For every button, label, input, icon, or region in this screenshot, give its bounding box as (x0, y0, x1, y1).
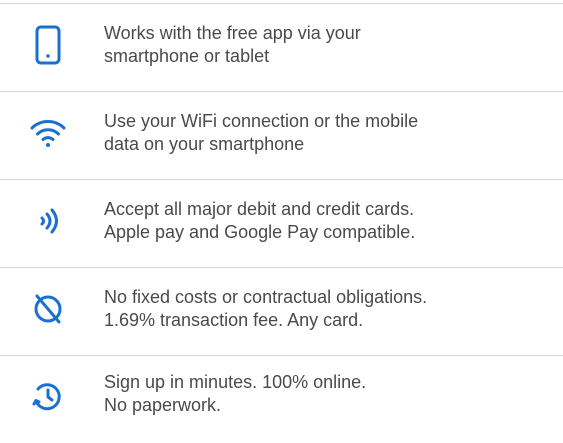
feature-item-app: Works with the free app via your smartph… (0, 4, 563, 91)
feature-item-signup: Sign up in minutes. 100% online. No pape… (0, 356, 563, 443)
feature-line: Accept all major debit and credit cards. (104, 199, 415, 219)
wifi-icon (26, 111, 70, 155)
smartphone-icon (26, 23, 70, 67)
feature-line: Works with the free app via your (104, 23, 361, 43)
feature-item-cards: Accept all major debit and credit cards.… (0, 180, 563, 267)
feature-line: Apple pay and Google Pay compatible. (104, 222, 416, 242)
feature-line: No fixed costs or contractual obligation… (104, 287, 428, 307)
feature-item-fees: No fixed costs or contractual obligation… (0, 268, 563, 355)
contactless-icon (26, 199, 70, 243)
feature-list: Works with the free app via your smartph… (0, 0, 563, 435)
feature-text: No fixed costs or contractual obligation… (104, 286, 544, 332)
quick-signup-icon (26, 375, 70, 419)
feature-line: 1.69% transaction fee. Any card. (104, 310, 364, 330)
feature-line: smartphone or tablet (104, 46, 270, 66)
feature-line: Sign up in minutes. 100% online. (104, 372, 367, 392)
feature-text: Works with the free app via your smartph… (104, 22, 544, 68)
feature-line: data on your smartphone (104, 134, 305, 154)
feature-item-connection: Use your WiFi connection or the mobile d… (0, 92, 563, 179)
feature-line: Use your WiFi connection or the mobile (104, 111, 419, 131)
feature-text: Use your WiFi connection or the mobile d… (104, 110, 544, 156)
feature-text: Sign up in minutes. 100% online. No pape… (104, 371, 544, 417)
feature-text: Accept all major debit and credit cards.… (104, 198, 544, 244)
no-fees-icon (26, 287, 70, 331)
feature-line: No paperwork. (104, 395, 222, 415)
